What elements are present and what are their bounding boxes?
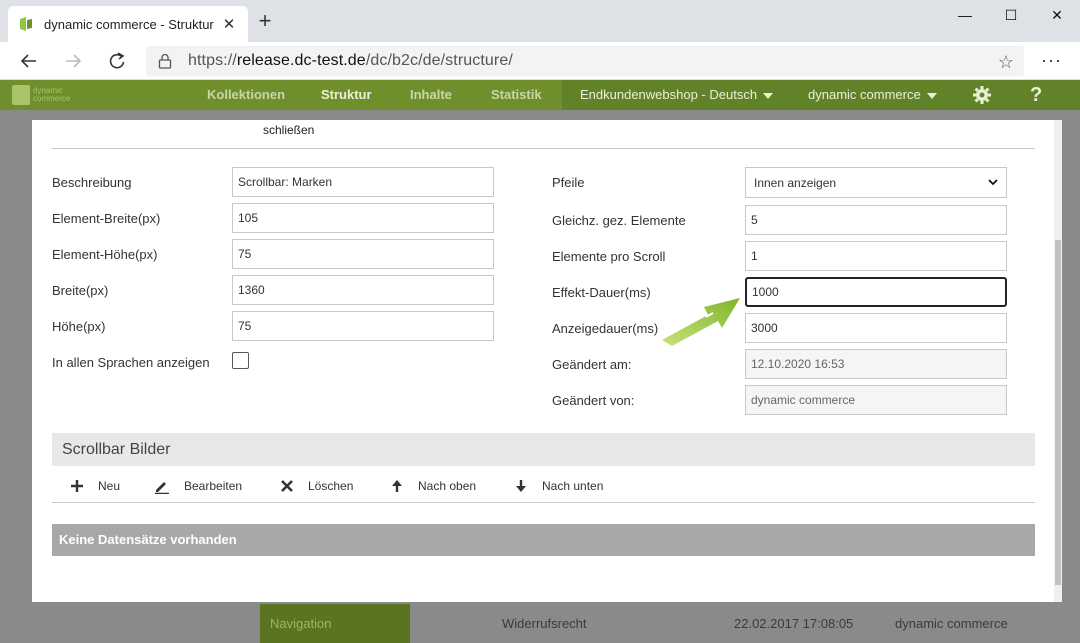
- dc-favicon-icon: [18, 16, 34, 32]
- arrow-down-icon: [516, 480, 526, 492]
- favorite-star-icon[interactable]: ☆: [998, 52, 1014, 73]
- annotation-arrow-icon: [662, 298, 740, 346]
- navbar-right-section: Endkundenwebshop - Deutsch dynamic comme…: [562, 80, 1080, 110]
- geaendert-von-field: [745, 385, 1007, 415]
- pfeile-select[interactable]: Innen anzeigen: [745, 167, 1007, 198]
- new-tab-button[interactable]: +: [254, 10, 276, 32]
- nav-item-struktur[interactable]: Struktur: [321, 80, 372, 110]
- address-field[interactable]: https://release.dc-test.de/dc/b2c/de/str…: [146, 46, 1024, 76]
- divider: [52, 148, 1035, 149]
- logo-mark-icon: [12, 85, 30, 105]
- effekt-dauer-input[interactable]: [745, 277, 1007, 307]
- bg-navigation-label: Navigation: [260, 604, 410, 643]
- browser-tabbar: dynamic commerce - Struktur ✕ + — ☐ ✕: [0, 0, 1080, 42]
- maximize-icon[interactable]: ☐: [988, 0, 1034, 30]
- all-languages-checkbox[interactable]: [232, 352, 249, 369]
- geaendert-am-field: [745, 349, 1007, 379]
- url-host: release.dc-test.de: [236, 52, 366, 69]
- pfeile-select-value: Innen anzeigen: [754, 175, 837, 190]
- bg-row-title: Widerrufsrecht: [502, 616, 587, 631]
- shop-select[interactable]: Endkundenwebshop - Deutsch: [580, 80, 774, 110]
- label-hoehe: Höhe(px): [52, 319, 106, 334]
- browser-toolbar: https://release.dc-test.de/dc/b2c/de/str…: [0, 42, 1080, 80]
- caret-down-icon: [763, 92, 774, 99]
- label-geaendert-von: Geändert von:: [552, 393, 635, 408]
- delete-button[interactable]: Löschen: [280, 477, 353, 495]
- label-element-breite: Element-Breite(px): [52, 211, 161, 226]
- bg-row-date: 22.02.2017 17:08:05: [734, 616, 854, 631]
- app-navbar: dynamic commerce Kollektionen Struktur In…: [0, 80, 1080, 110]
- move-up-button[interactable]: Nach oben: [390, 477, 476, 495]
- chevron-down-icon: [988, 179, 998, 186]
- dialog-scrollbar[interactable]: [1054, 120, 1062, 602]
- move-up-button-label: Nach oben: [418, 479, 477, 493]
- url-path: /dc/b2c/de/structure/: [365, 52, 513, 69]
- element-hoehe-input[interactable]: [232, 239, 494, 269]
- plus-icon: [71, 480, 83, 492]
- scrollbar-thumb[interactable]: [1055, 240, 1061, 585]
- window-controls: — ☐ ✕: [942, 0, 1080, 32]
- help-button[interactable]: ?: [1030, 80, 1042, 110]
- label-effekt-dauer: Effekt-Dauer(ms): [552, 285, 651, 300]
- nav-item-inhalte[interactable]: Inhalte: [410, 80, 452, 110]
- tab-title: dynamic commerce - Struktur: [44, 16, 214, 32]
- beschreibung-input[interactable]: [232, 167, 494, 197]
- label-geaendert-am: Geändert am:: [552, 357, 632, 372]
- url-prefix: https://: [188, 52, 237, 69]
- new-button[interactable]: Neu: [70, 477, 120, 495]
- section-scrollbar-bilder: Scrollbar Bilder: [52, 433, 1035, 466]
- hoehe-input[interactable]: [232, 311, 494, 341]
- settings-gear-icon[interactable]: [972, 85, 992, 105]
- bg-row-user: dynamic commerce: [895, 616, 1008, 631]
- move-down-button[interactable]: Nach unten: [514, 477, 603, 495]
- gleichz-elemente-input[interactable]: [745, 205, 1007, 235]
- shop-select-label: Endkundenwebshop - Deutsch: [580, 87, 758, 102]
- anzeigedauer-input[interactable]: [745, 313, 1007, 343]
- delete-button-label: Löschen: [308, 479, 354, 493]
- element-breite-input[interactable]: [232, 203, 494, 233]
- lock-icon: [158, 53, 174, 69]
- window-close-icon[interactable]: ✕: [1034, 0, 1080, 30]
- edit-button[interactable]: Bearbeiten: [154, 477, 242, 495]
- reload-icon[interactable]: [104, 48, 130, 74]
- logo-text: dynamic commerce: [33, 87, 70, 103]
- divider: [52, 502, 1035, 503]
- breite-input[interactable]: [232, 275, 494, 305]
- more-menu-button[interactable]: ···: [1041, 50, 1062, 71]
- browser-tab[interactable]: dynamic commerce - Struktur ✕: [8, 6, 248, 42]
- edit-button-label: Bearbeiten: [184, 479, 243, 493]
- user-select-label: dynamic commerce: [808, 87, 921, 102]
- url-text: https://release.dc-test.de/dc/b2c/de/str…: [188, 52, 513, 70]
- nav-item-kollektionen[interactable]: Kollektionen: [207, 80, 285, 110]
- elemente-pro-scroll-input[interactable]: [745, 241, 1007, 271]
- new-button-label: Neu: [98, 479, 121, 493]
- label-element-hoehe: Element-Höhe(px): [52, 247, 158, 262]
- back-arrow-icon[interactable]: [16, 48, 42, 74]
- logo-line-2: commerce: [33, 94, 71, 103]
- dynamic-commerce-logo[interactable]: dynamic commerce: [12, 84, 92, 106]
- arrow-up-icon: [392, 480, 402, 492]
- label-gleichz: Gleichz. gez. Elemente: [552, 213, 686, 228]
- empty-records-message: Keine Datensätze vorhanden: [52, 524, 1035, 556]
- tab-close-icon[interactable]: ✕: [220, 15, 238, 33]
- close-dialog-link[interactable]: schließen: [263, 123, 314, 137]
- forward-arrow-icon[interactable]: [60, 48, 86, 74]
- label-all-languages: In allen Sprachen anzeigen: [52, 355, 210, 370]
- user-select[interactable]: dynamic commerce: [808, 80, 937, 110]
- label-pfeile: Pfeile: [552, 175, 585, 190]
- label-breite: Breite(px): [52, 283, 109, 298]
- pencil-icon: [155, 482, 169, 494]
- label-beschreibung: Beschreibung: [52, 175, 132, 190]
- nav-item-statistik[interactable]: Statistik: [491, 80, 542, 110]
- x-icon: [281, 480, 293, 492]
- label-elemente-pro-scroll: Elemente pro Scroll: [552, 249, 666, 264]
- minimize-icon[interactable]: —: [942, 0, 988, 30]
- label-anzeigedauer: Anzeigedauer(ms): [552, 321, 659, 336]
- scrollbar-edit-dialog: schließen Beschreibung Element-Breite(px…: [32, 120, 1062, 602]
- move-down-button-label: Nach unten: [542, 479, 604, 493]
- caret-down-icon: [926, 92, 937, 99]
